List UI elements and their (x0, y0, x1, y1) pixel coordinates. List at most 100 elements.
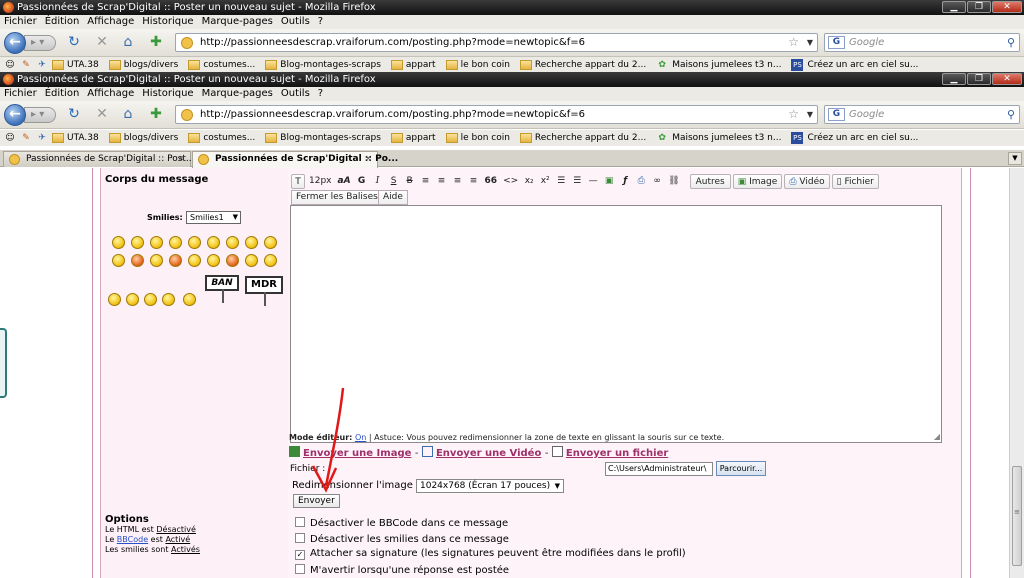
bookmark-icon[interactable]: ✎ (20, 59, 32, 71)
send-video-link[interactable]: Envoyer une Vidéo (436, 448, 541, 459)
bbcode-link[interactable]: BBCode (117, 535, 148, 544)
bookmark-star-icon[interactable]: ☆ (788, 106, 799, 123)
bookmark-folder[interactable]: blogs/divers (108, 57, 178, 73)
bookmark-folder[interactable]: appart (390, 57, 436, 73)
smiley-icon[interactable] (169, 236, 182, 249)
ban-sign-icon[interactable]: BAN (205, 275, 239, 303)
close-tags-button[interactable]: Fermer les Balises (291, 190, 383, 205)
bookmark-star-icon[interactable]: ☆ (788, 34, 799, 51)
minimize-button[interactable]: ▁ (942, 73, 966, 85)
smiley-icon[interactable] (169, 254, 182, 267)
file-path-input[interactable]: C:\Users\Administrateur\ (605, 462, 713, 476)
function-icon[interactable]: ƒ (618, 174, 632, 189)
smiley-icon[interactable] (188, 254, 201, 267)
align-center-icon[interactable]: ≡ (435, 174, 449, 189)
bold-button[interactable]: G (355, 174, 369, 189)
resize-select[interactable]: 1024x768 (Écran 17 pouces) ▼ (416, 479, 564, 493)
smiley-icon[interactable] (226, 236, 239, 249)
option-disable-smilies[interactable]: Désactiver les smilies dans ce message (295, 533, 509, 545)
minimize-button[interactable]: ▁ (942, 1, 966, 13)
menu-fichier[interactable]: Fichier (4, 87, 37, 101)
underline-button[interactable]: S (387, 174, 401, 189)
smiley-icon[interactable] (207, 236, 220, 249)
horizontal-rule-icon[interactable]: — (586, 174, 600, 189)
menu-edition[interactable]: Édition (45, 15, 80, 29)
menu-historique[interactable]: Historique (142, 87, 193, 101)
quote-button[interactable]: 66 (483, 174, 500, 189)
url-bar[interactable]: http://passionneesdescrap.vraiforum.com/… (175, 105, 818, 124)
bookmark-folder[interactable]: UTA.38 (52, 57, 99, 73)
align-right-icon[interactable]: ≡ (451, 174, 465, 189)
menu-outils[interactable]: Outils (281, 15, 310, 29)
stop-icon[interactable]: ✕ (94, 106, 110, 122)
browse-button[interactable]: Parcourir... (716, 461, 766, 476)
smiley-icon[interactable] (108, 293, 121, 306)
bookmark-icon[interactable]: ✈ (36, 59, 48, 71)
restore-button[interactable]: ❐ (967, 1, 991, 13)
spoiler-icon[interactable]: ⎙ (634, 174, 648, 189)
font-icon[interactable]: T (291, 173, 305, 189)
add-tab-icon[interactable]: ✚ (148, 106, 164, 122)
tab-1[interactable]: Passionnées de Scrap'Digital :: Post... … (3, 151, 195, 167)
justify-icon[interactable]: ≡ (467, 174, 481, 189)
image-button[interactable]: ▣ Image (732, 173, 783, 189)
smiley-icon[interactable] (126, 293, 139, 306)
menu-historique[interactable]: Historique (142, 15, 193, 29)
bookmark-item[interactable]: ✿ Maisons jumelees t3 n... (656, 130, 781, 146)
video-button[interactable]: ⎙ Vidéo (784, 173, 830, 189)
strike-button[interactable]: B (403, 174, 417, 189)
bookmark-folder[interactable]: UTA.38 (52, 130, 99, 146)
url-dropdown-icon[interactable]: ▼ (807, 106, 813, 123)
tab-2[interactable]: Passionnées de Scrap'Digital :: Po... × (192, 151, 398, 168)
menu-affichage[interactable]: Affichage (87, 15, 134, 29)
bookmark-folder[interactable]: le bon coin (445, 130, 510, 146)
page-scrollbar[interactable]: ≡ (1009, 168, 1024, 578)
bookmark-folder[interactable]: le bon coin (445, 57, 510, 73)
numbered-list-icon[interactable]: ☰ (570, 174, 584, 189)
superscript-button[interactable]: x² (538, 174, 552, 189)
reload-icon[interactable]: ↻ (66, 106, 82, 122)
search-icon[interactable]: ⚲ (1007, 106, 1015, 123)
bookmark-item[interactable]: PS Créez un arc en ciel su... (791, 130, 918, 146)
bullet-list-icon[interactable]: ☰ (554, 174, 568, 189)
home-icon[interactable]: ⌂ (120, 106, 136, 122)
bookmark-folder[interactable]: Blog-montages-scraps (265, 130, 381, 146)
tab-close-icon[interactable]: × (364, 152, 372, 166)
menu-edition[interactable]: Édition (45, 87, 80, 101)
subscript-button[interactable]: x₂ (522, 174, 536, 189)
smiley-icon[interactable] (245, 236, 258, 249)
hide-icon[interactable]: ∞ (650, 174, 664, 189)
smiley-icon[interactable] (150, 236, 163, 249)
url-dropdown-icon[interactable]: ▼ (807, 34, 813, 51)
menu-help[interactable]: ? (318, 15, 323, 29)
autres-button[interactable]: Autres (689, 173, 731, 189)
option-attach-signature[interactable]: ✓ Attacher sa signature (les signatures p… (295, 548, 686, 560)
smiley-icon[interactable] (264, 236, 277, 249)
color-icon[interactable]: ▣ (602, 174, 616, 189)
bookmark-icon[interactable]: ✈ (36, 132, 48, 144)
smiley-icon[interactable] (131, 236, 144, 249)
tab-list-button[interactable]: ▼ (1008, 152, 1022, 165)
smiley-icon[interactable] (245, 254, 258, 267)
url-bar[interactable]: http://passionneesdescrap.vraiforum.com/… (175, 33, 818, 52)
close-window-button[interactable]: ✕ (992, 1, 1022, 13)
checkbox-checked[interactable]: ✓ (295, 550, 305, 560)
link-icon[interactable]: ⛓ (666, 174, 681, 189)
smiley-icon[interactable] (144, 293, 157, 306)
align-left-icon[interactable]: ≡ (419, 174, 433, 189)
code-button[interactable]: <> (501, 174, 520, 189)
search-icon[interactable]: ⚲ (1007, 34, 1015, 51)
forward-button[interactable]: ▸ ▾ (24, 35, 56, 51)
mdr-sign-icon[interactable]: MDR (245, 276, 283, 306)
send-file-link[interactable]: Envoyer un fichier (566, 448, 668, 459)
menu-outils[interactable]: Outils (281, 87, 310, 101)
option-disable-bbcode[interactable]: Désactiver le BBCode dans ce message (295, 517, 508, 529)
smiley-icon[interactable] (183, 293, 196, 306)
smiley-icon[interactable] (150, 254, 163, 267)
google-icon[interactable]: G (828, 108, 845, 121)
bookmark-folder[interactable]: Recherche appart du 2... (519, 57, 646, 73)
checkbox[interactable] (295, 517, 305, 527)
smiley-icon[interactable] (188, 236, 201, 249)
smiley-icon[interactable] (131, 254, 144, 267)
smiley-icon[interactable] (264, 254, 277, 267)
